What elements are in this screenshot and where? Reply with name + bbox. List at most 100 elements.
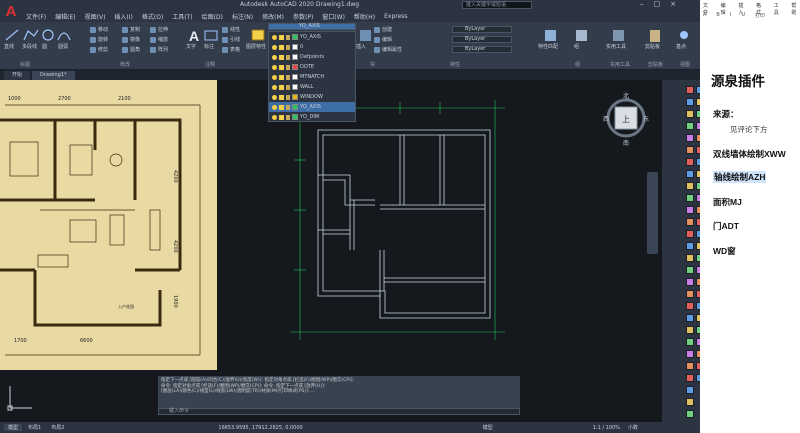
menu-item[interactable]: 插入(I) [114,12,132,21]
toolbar-tool-icon[interactable] [686,194,694,202]
bylayer-select[interactable]: ByLayer [452,26,512,33]
layer-option[interactable]: 0 [269,42,355,52]
block-3-button[interactable]: 编辑属性 [374,46,402,53]
annotation-3-button[interactable]: 表格 [222,46,240,53]
model-space-toggle[interactable]: 模型 [483,424,493,431]
modify-8-button[interactable]: 缩放 [150,36,168,43]
layer-on-icon[interactable] [272,64,277,70]
layer-lock-icon[interactable] [286,94,290,100]
layer-on-icon[interactable] [272,54,277,60]
layer-option[interactable]: DOTE [269,62,355,72]
menu-item[interactable]: 格式(O) [142,12,163,21]
menu-item[interactable]: 编辑(E) [55,12,75,21]
layer-on-icon[interactable] [272,84,277,90]
layer-lock-icon[interactable] [286,104,290,110]
ribbon-button-utilities[interactable]: 实用工具 [606,43,626,50]
menu-item[interactable]: 工具(T) [172,12,192,21]
toolbar-tool-icon[interactable] [686,338,694,346]
panel-tool-button[interactable]: B [716,12,719,19]
modify-3-button[interactable]: 修剪 [90,46,108,53]
menu-item[interactable]: 帮助(H) [354,12,375,21]
bylayer-select[interactable]: ByLayer [452,46,512,53]
annotation-2-button[interactable]: 引线 [222,36,240,43]
search-input[interactable]: 键入关键字或短语 [462,1,532,9]
toolbar-tool-icon[interactable] [686,86,694,94]
layer-color-swatch[interactable] [292,104,298,110]
ribbon-button-dimension[interactable]: 标注 [204,43,214,50]
modify-6-button[interactable]: 圆角 [122,46,140,53]
layer-freeze-icon[interactable] [279,74,284,80]
layer-color-swatch[interactable] [292,84,298,90]
close-icon[interactable]: × [670,0,676,8]
ribbon-button-polyline[interactable]: 多段线 [22,43,37,50]
toolbar-tool-icon[interactable] [686,218,694,226]
toolbar-tool-icon[interactable] [686,386,694,394]
document-tab[interactable]: Drawing1* [32,70,75,80]
toolbar-tool-icon[interactable] [686,254,694,262]
layer-option[interactable]: MTNATCH [269,72,355,82]
toolbar-tool-icon[interactable] [686,170,694,178]
toolbar-tool-icon[interactable] [686,122,694,130]
annotation-1-button[interactable]: 线性 [222,26,240,33]
toolbar-tool-icon[interactable] [686,230,694,238]
modify-1-button[interactable]: 移动 [90,26,108,33]
layer-lock-icon[interactable] [286,84,290,90]
toolbar-tool-icon[interactable] [686,134,694,142]
ribbon-button-arc[interactable]: 圆弧 [58,43,68,50]
panel-menu-item[interactable]: 帮助 [791,2,800,16]
viewcube-north[interactable]: 北 [623,92,629,100]
bylayer-select[interactable]: ByLayer [452,36,512,43]
ribbon-button-text[interactable]: 文字 [186,43,196,50]
layout-tab[interactable]: 模型 [4,424,23,431]
toolbar-tool-icon[interactable] [686,98,694,106]
toolbar-tool-icon[interactable] [686,110,694,118]
toolbar-tool-icon[interactable] [686,290,694,298]
layer-lock-icon[interactable] [286,114,290,120]
annotation-scale[interactable]: 1:1 / 100% [593,425,620,431]
toolbar-tool-icon[interactable] [686,398,694,406]
toolbar-tool-icon[interactable] [686,182,694,190]
current-layer-select[interactable]: YQ_AXIS [268,23,356,30]
toolbar-tool-icon[interactable] [686,326,694,334]
layer-lock-icon[interactable] [286,34,290,40]
layer-freeze-icon[interactable] [279,114,284,120]
layer-color-swatch[interactable] [292,74,298,80]
layer-dropdown[interactable]: YQ_AXIS 0 Defpoints DOTE MTNATCH WALL WINDOW YQ… [268,31,356,122]
viewcube-south[interactable]: 南 [623,139,629,147]
layer-option[interactable]: WALL [269,82,355,92]
modify-5-button[interactable]: 镜像 [122,36,140,43]
modify-7-button[interactable]: 拉伸 [150,26,168,33]
maximize-icon[interactable]: □ [654,0,661,8]
toolbar-tool-icon[interactable] [686,146,694,154]
block-1-button[interactable]: 创建 [374,26,392,33]
layer-on-icon[interactable] [272,114,277,120]
layer-color-swatch[interactable] [292,34,298,40]
toolbar-tool-icon[interactable] [686,158,694,166]
document-tab[interactable]: 开始 [4,70,31,80]
block-2-button[interactable]: 编辑 [374,36,392,43]
viewcube[interactable]: 上 北 南 西 东 [600,90,652,152]
ribbon-button-base-point[interactable]: 基点 [676,43,686,50]
toolbar-tool-icon[interactable] [686,374,694,382]
toolbar-tool-icon[interactable] [686,302,694,310]
menu-item[interactable]: 参数(P) [293,12,313,21]
layer-freeze-icon[interactable] [279,84,284,90]
ribbon-button-line[interactable]: 直线 [4,43,14,50]
navigation-bar[interactable] [647,172,658,254]
layer-freeze-icon[interactable] [279,104,284,110]
panel-tool-button[interactable]: U [741,12,745,19]
layer-freeze-icon[interactable] [279,34,284,40]
layer-freeze-icon[interactable] [279,94,284,100]
layer-color-swatch[interactable] [292,54,298,60]
layer-lock-icon[interactable] [286,64,290,70]
menu-item[interactable]: 视图(V) [85,12,106,21]
layer-lock-icon[interactable] [286,44,290,50]
toolbar-tool-icon[interactable] [686,350,694,358]
toolbar-tool-icon[interactable] [686,266,694,274]
viewcube-west[interactable]: 西 [603,116,609,123]
ribbon-button-match-properties[interactable]: 特性匹配 [538,43,558,50]
toolbar-tool-icon[interactable] [686,362,694,370]
modify-2-button[interactable]: 旋转 [90,36,108,43]
layout-tab[interactable]: 布局1 [24,424,45,431]
layer-option[interactable]: WINDOW [269,92,355,102]
